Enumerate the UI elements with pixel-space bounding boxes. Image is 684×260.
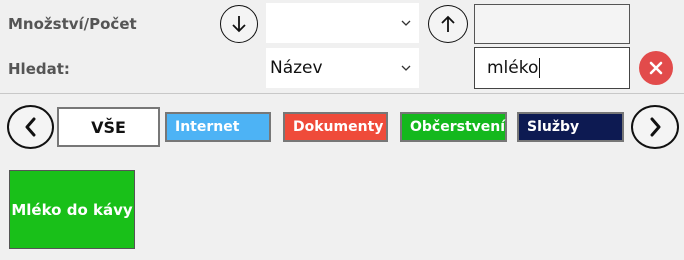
arrow-up-icon [441,15,455,32]
text-caret [539,58,541,78]
category-dokumenty[interactable]: Dokumenty [283,112,388,142]
chevron-right-icon [650,117,661,137]
sort-descending-button[interactable] [220,5,258,43]
product-tile-label: Mléko do kávy [11,200,133,219]
category-obcerstveni[interactable]: Občerstvení [400,112,507,142]
quantity-label: Množství/Počet [8,15,137,33]
quantity-input[interactable] [474,4,630,44]
category-label: Služby [527,119,580,135]
search-label: Hledat: [8,60,70,78]
sort-ascending-button[interactable] [428,5,468,43]
categories-prev-button[interactable] [7,105,54,149]
category-internet[interactable]: Internet [165,112,271,142]
search-input-value: mléko [487,58,539,78]
categories-next-button[interactable] [631,105,679,149]
search-field-value: Název [270,58,323,78]
close-icon [649,61,663,75]
category-sluzby[interactable]: Služby [517,112,624,142]
category-label: Občerstvení [410,119,506,135]
chevron-down-icon [401,20,411,26]
product-tile[interactable]: Mléko do kávy [9,170,135,249]
category-all-label: VŠE [91,117,126,137]
search-input[interactable]: mléko [474,47,630,89]
category-label: Internet [175,119,240,135]
search-field-select[interactable]: Název [266,48,419,88]
divider [0,93,684,94]
category-all[interactable]: VŠE [57,107,160,147]
arrow-down-icon [232,16,246,33]
clear-search-button[interactable] [639,51,673,85]
chevron-left-icon [25,117,35,137]
chevron-down-icon [401,65,411,71]
sort-field-select[interactable] [266,3,419,43]
category-label: Dokumenty [293,119,384,135]
